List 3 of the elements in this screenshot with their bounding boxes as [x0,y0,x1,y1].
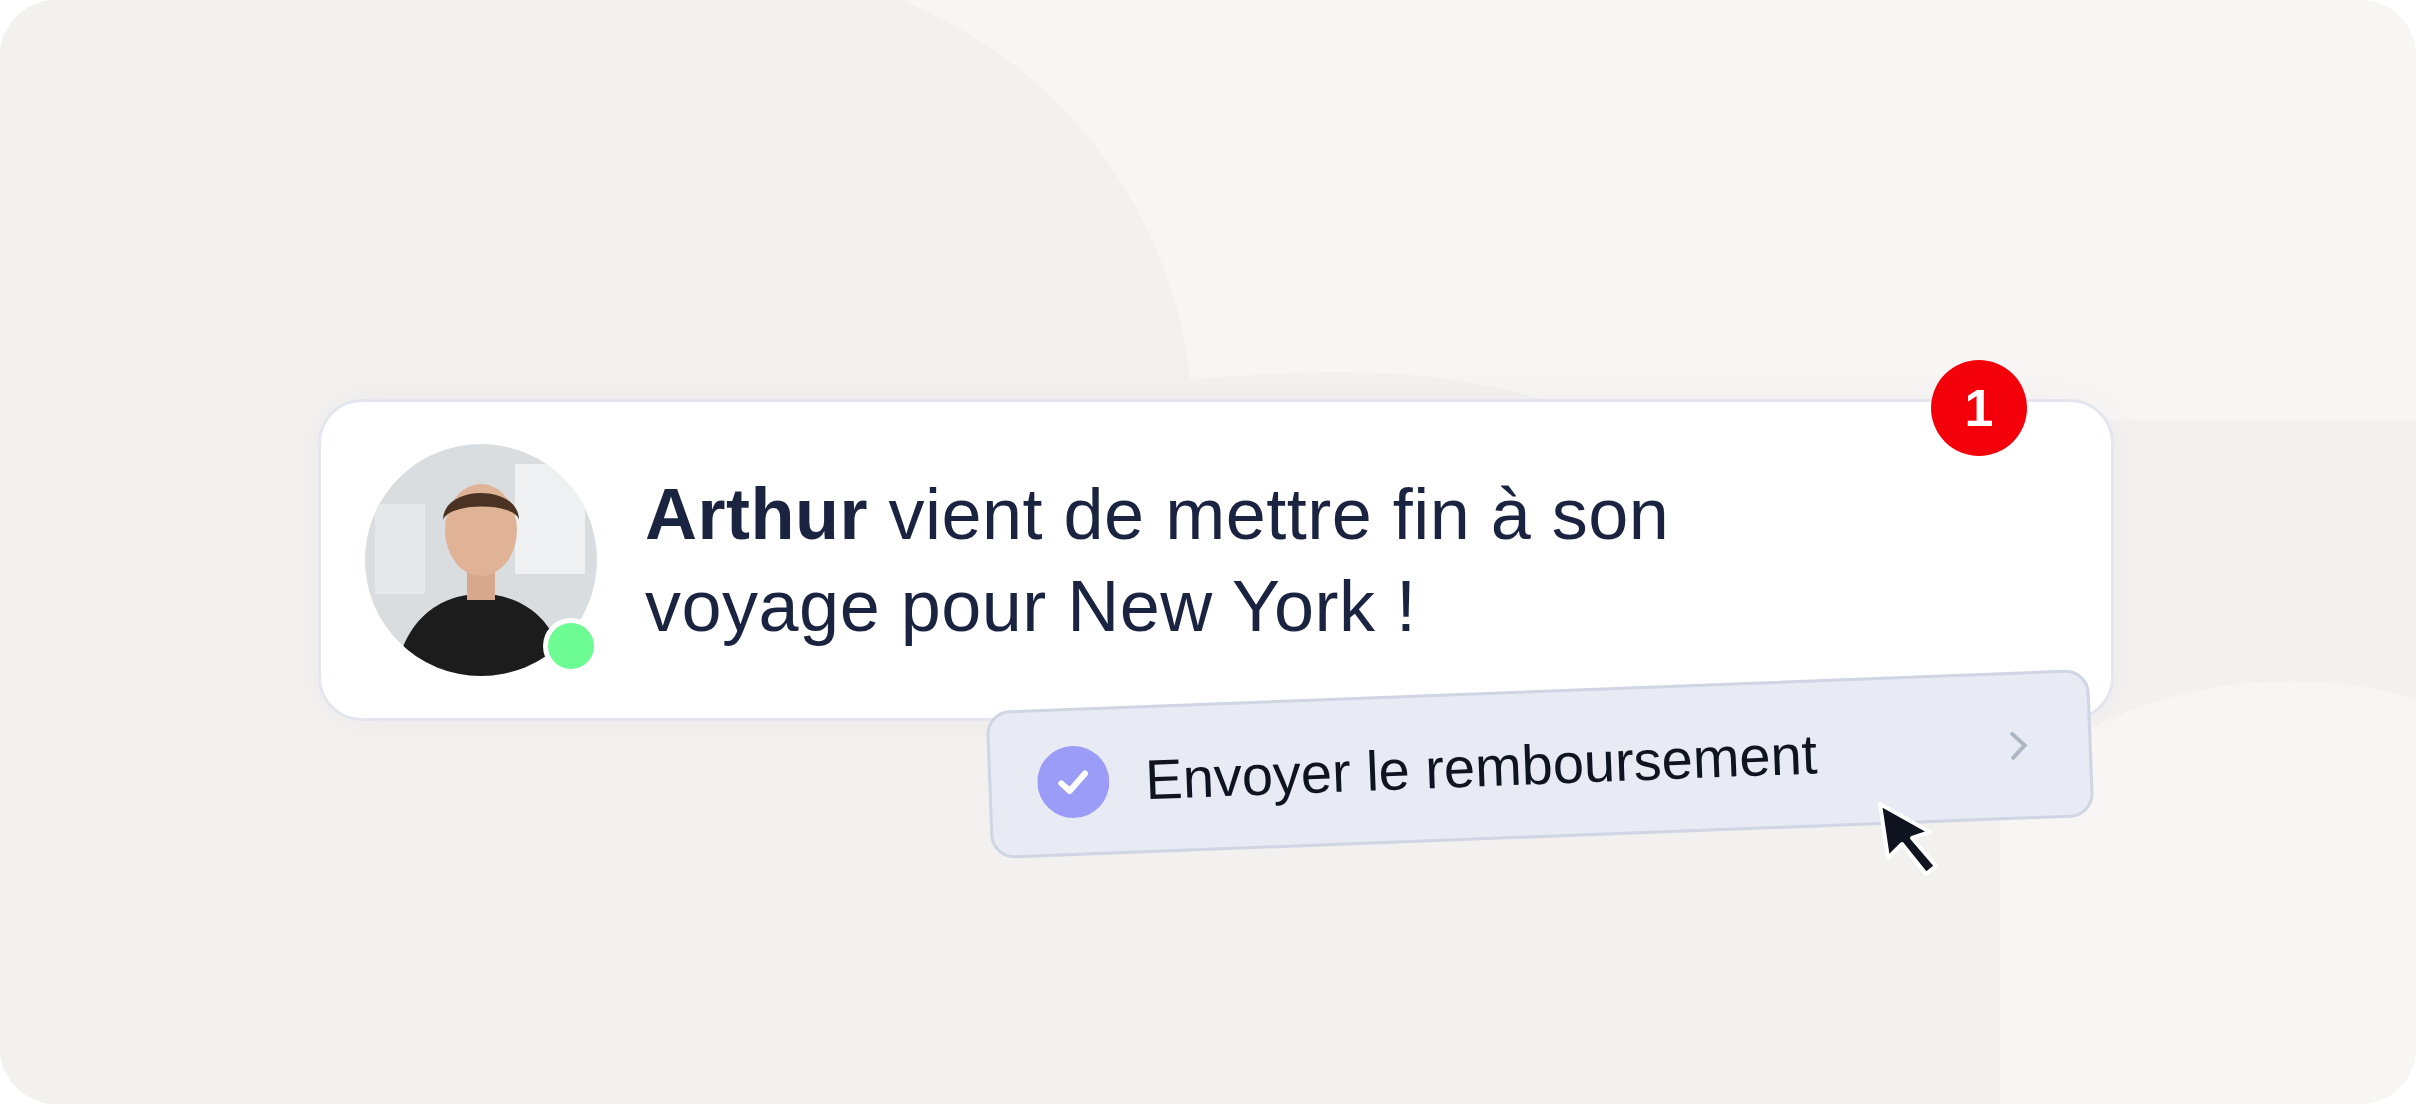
notification-message: Arthur vient de mettre fin à son voyage pour New York ! [645,473,1671,648]
chevron-icon [2008,729,2030,762]
notification-count-badge: 1 [1931,360,2027,456]
